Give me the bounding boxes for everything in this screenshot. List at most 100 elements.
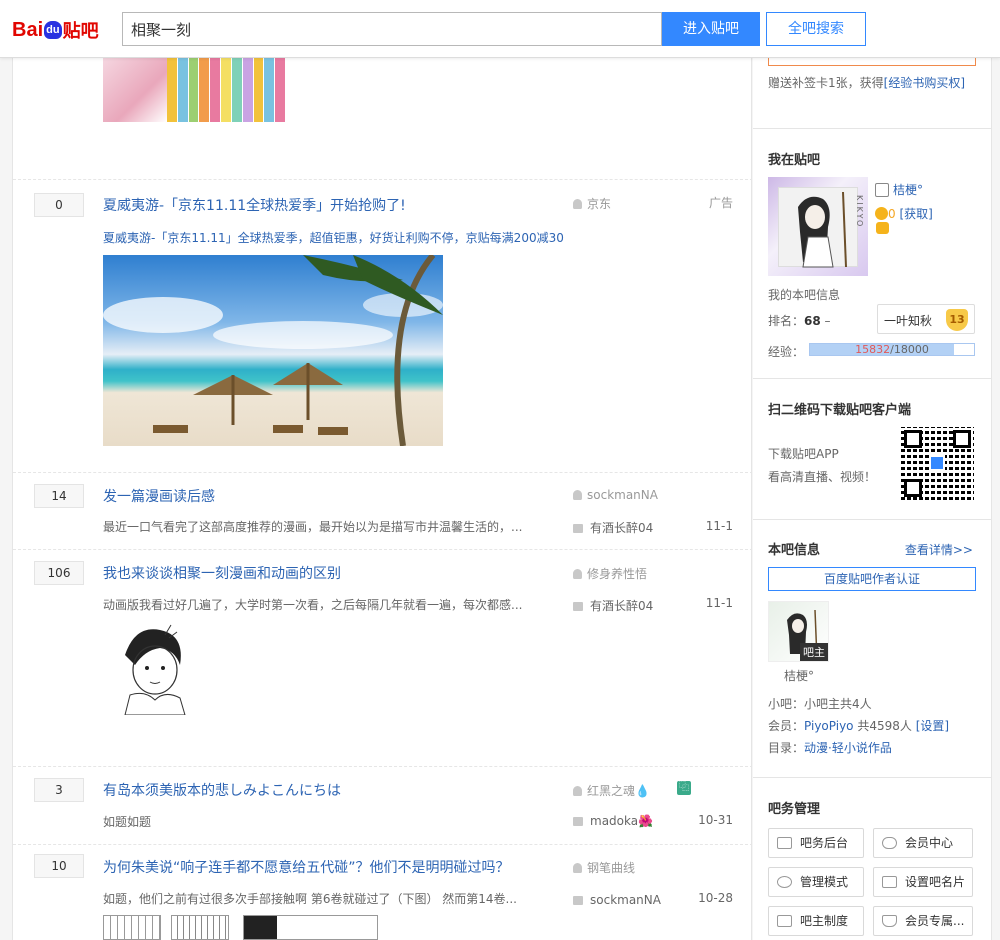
thread-image[interactable]	[171, 915, 229, 940]
beach-scene	[103, 255, 443, 446]
exp-label: 经验：	[768, 345, 805, 359]
thread-image[interactable]	[243, 915, 378, 940]
member-center-button[interactable]: 会员中心	[873, 828, 973, 858]
last-reply-time: 10-28	[698, 891, 733, 905]
rank-row: 排名：68 –	[768, 312, 831, 329]
user-avatar[interactable]: KIKYO	[768, 177, 868, 276]
rank-value: 68	[804, 314, 821, 328]
last-reply[interactable]: 有酒长醉04	[573, 597, 653, 614]
owner-avatar[interactable]: 吧主	[768, 601, 829, 662]
members-setting-link[interactable]: [设置]	[916, 719, 949, 733]
user-row: 桔梗°	[875, 181, 923, 198]
members-icon	[882, 837, 897, 849]
thread-title[interactable]: 发一篇漫画读后感	[103, 486, 215, 506]
thread-item: 3 有岛本须美版本的悲しみよこんにちは 红黑之魂💧 ⿻ 如题如题 madoka🌺…	[13, 767, 751, 845]
owner-rules-button[interactable]: 吧主制度	[768, 906, 864, 936]
button-label: 管理模式	[800, 875, 849, 889]
document-icon	[777, 915, 792, 927]
small-owner-info: 小吧：小吧主共4人	[768, 697, 872, 711]
thread-abstract: 如题如题	[103, 815, 152, 829]
thread-abstract[interactable]: 夏威夷游-「京东11.11」全球热爱季，超值钜惠，好货让利购不停，京贴每满200…	[103, 229, 573, 246]
search-input[interactable]	[122, 12, 662, 46]
right-sidebar: 赠送补签卡1张，获得[经验书购买权] 我在贴吧 KIKYO 桔梗° 0 [获取]…	[753, 0, 992, 940]
reply-icon	[573, 602, 583, 611]
last-reply[interactable]: sockmanNA	[573, 893, 661, 907]
my-info-label: 我的本吧信息	[768, 288, 841, 302]
manage-mode-button[interactable]: 管理模式	[768, 867, 864, 897]
qr-line-1: 下载贴吧APP	[768, 447, 839, 461]
last-reply-user[interactable]: 有酒长醉04	[590, 521, 653, 535]
admin-backend-button[interactable]: 吧务后台	[768, 828, 864, 858]
manga-sketch	[124, 624, 186, 716]
button-label: 吧主制度	[800, 914, 849, 928]
reply-count: 3	[34, 778, 84, 802]
reply-icon	[573, 817, 583, 826]
thread-author[interactable]: 钢笔曲线	[573, 859, 635, 876]
thread-title[interactable]: 为何朱美说“响子连手都不愿意给五代碰”？他们不是明明碰过吗？	[103, 857, 510, 877]
thread-author[interactable]: 红黑之魂💧	[573, 782, 650, 799]
last-reply-time: 11-1	[705, 519, 733, 533]
exp-text: 15832/18000	[810, 343, 974, 356]
owner-tag: 吧主	[800, 643, 828, 661]
folder-icon	[777, 837, 792, 849]
thread-title[interactable]: 有岛本须美版本的悲しみよこんにちは	[103, 780, 341, 800]
level-number-icon: 13	[946, 309, 968, 331]
reply-count: 0	[34, 193, 84, 217]
thread-author[interactable]: 修身养性悟	[573, 565, 647, 582]
members-count: 共4598人	[857, 719, 912, 733]
exp-current: 15832	[855, 343, 891, 356]
thread-list: 0 夏威夷游-「京东11.11全球热爱季」开始抢购了! 京东 广告 夏威夷游-「…	[12, 0, 752, 940]
member-exclusive-button[interactable]: 会员专属...	[873, 906, 973, 936]
thread-image[interactable]	[103, 58, 285, 122]
button-label: 吧务后台	[800, 836, 849, 850]
reply-count: 14	[34, 484, 84, 508]
avatar-caption: KIKYO	[855, 195, 864, 229]
thread-author[interactable]: sockmanNA	[573, 488, 658, 502]
search-all-button[interactable]: 全吧搜索	[766, 12, 866, 46]
button-label: 会员中心	[905, 836, 954, 850]
info-more-link[interactable]: 查看详情>>	[905, 541, 973, 558]
last-reply[interactable]: madoka🌺	[573, 814, 653, 828]
enter-tieba-button[interactable]: 进入贴吧	[662, 12, 760, 46]
last-reply[interactable]: 有酒长醉04	[573, 519, 653, 536]
tdou-count: 0	[888, 207, 896, 221]
logo-text: 贴吧	[62, 21, 99, 41]
catalog-link[interactable]: 动漫·轻小说作品	[804, 741, 892, 755]
avatar-illustration	[798, 191, 847, 268]
management-title: 吧务管理	[768, 802, 821, 817]
level-name: 一叶知秋	[884, 314, 933, 328]
last-reply-user[interactable]: madoka🌺	[590, 814, 653, 828]
ad-beach-image[interactable]	[103, 255, 443, 446]
button-label: 会员专属...	[905, 914, 965, 928]
level-badge[interactable]: 一叶知秋 13	[877, 304, 975, 334]
divider	[753, 777, 991, 778]
reply-icon	[573, 524, 583, 533]
author-cert-button[interactable]: 百度贴吧作者认证	[768, 567, 976, 591]
owner-name[interactable]: 桔梗°	[784, 667, 814, 684]
user-icon	[875, 183, 889, 197]
my-tieba-title: 我在贴吧	[768, 153, 821, 168]
thread-item: 106 我也来谈谈相聚一刻漫画和动画的区别 修身养性悟 动画版我看过好几遍了，大…	[13, 550, 751, 767]
thread-author[interactable]: 京东	[573, 195, 611, 212]
forum-card-button[interactable]: 设置吧名片	[873, 867, 973, 897]
divider	[753, 378, 991, 379]
username-link[interactable]: 桔梗°	[893, 183, 923, 197]
get-tdou-link[interactable]: [获取]	[899, 207, 932, 221]
last-reply-user[interactable]: 有酒长醉04	[590, 599, 653, 613]
thread-image[interactable]	[105, 620, 195, 716]
members-name-link[interactable]: PiyoPiyo	[804, 719, 854, 733]
exp-book-link[interactable]: [经验书购买权]	[884, 76, 965, 90]
thread-abstract: 动画版我看过好几遍了，大学时第一次看，之后每隔几年就看一遍，每次都感...	[103, 598, 523, 612]
thread-image[interactable]	[103, 915, 161, 940]
last-reply-user[interactable]: sockmanNA	[590, 893, 661, 907]
thread-abstract: 最近一口气看完了这部高度推荐的漫画，最开始以为是描写市井温馨生活的，...	[103, 520, 523, 534]
badge-icon: ⿻	[677, 781, 691, 795]
thread-title[interactable]: 我也来谈谈相聚一刻漫画和动画的区别	[103, 563, 341, 583]
members-label: 会员：	[768, 719, 805, 733]
sign-note-text: 赠送补签卡1张，获得	[768, 76, 884, 90]
thread-title[interactable]: 夏威夷游-「京东11.11全球热爱季」开始抢购了!	[103, 195, 406, 215]
members-row: 会员：PiyoPiyo 共4598人 [设置]	[768, 717, 949, 734]
baidu-tieba-logo[interactable]: Bai du 贴吧	[12, 14, 99, 46]
last-reply-time: 10-31	[698, 813, 733, 827]
vip-badge-icon[interactable]	[876, 222, 889, 234]
